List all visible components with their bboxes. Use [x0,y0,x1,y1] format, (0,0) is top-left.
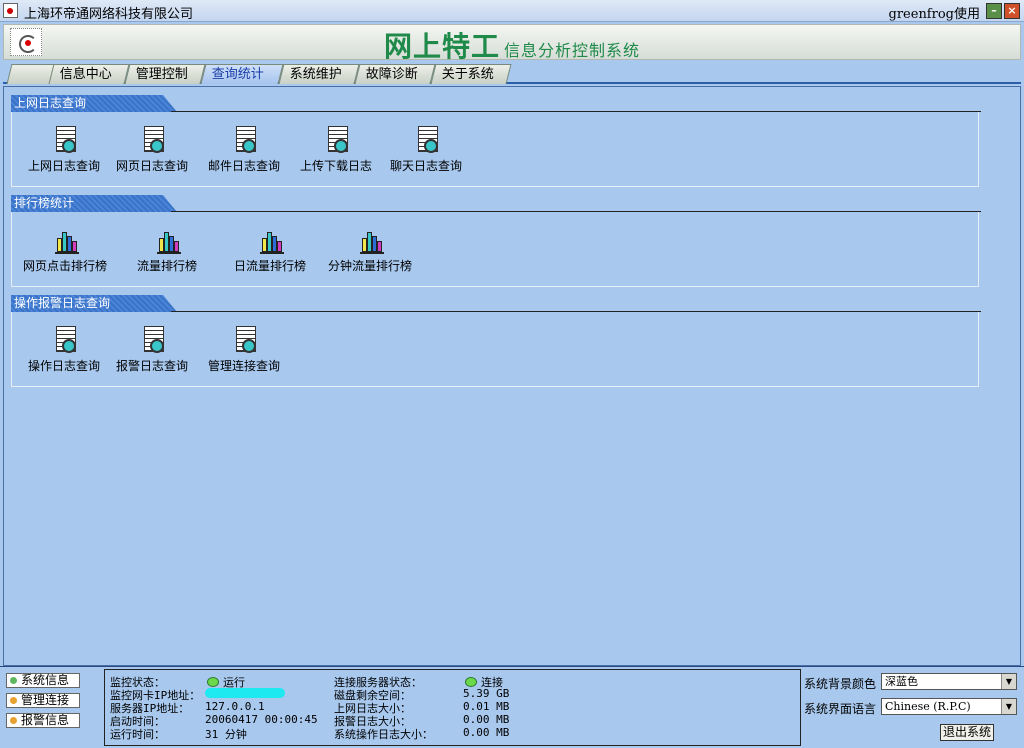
section-title: 上网日志查询 [11,95,177,112]
tab-query-stats[interactable]: 查询统计 [200,64,284,84]
management-connection-button[interactable]: 管理连接 [6,693,80,708]
window-titlebar: 上海环帝通网络科技有限公司 greenfrog使用 – × [0,0,1024,22]
traffic-ranking-button[interactable]: 流量排行榜 [122,226,212,274]
logo-icon [10,28,42,56]
section-title: 排行榜统计 [11,195,177,212]
minimize-button[interactable]: – [986,3,1002,19]
server-ip-value: 127.0.0.1 [205,700,265,713]
status-bar: 系统信息 管理连接 报警信息 监控状态： 运行 监控网卡IP地址： 服务器IP地… [0,666,1024,748]
interface-language-select[interactable]: Chinese (R.P.C) ▼ [881,698,1017,715]
app-icon [3,3,18,18]
web-log-query-button[interactable]: 上网日志查询 [20,126,108,174]
disk-free-value: 5.39 GB [463,687,510,700]
main-tabs: 信息中心 管理控制 查询统计 系统维护 故障诊断 关于系统 [3,62,1021,84]
tab-about[interactable]: 关于系统 [430,64,512,84]
tab-diagnostics[interactable]: 故障诊断 [354,64,436,84]
start-time-value: 20060417 00:00:45 [205,713,318,726]
log-document-icon [138,126,166,154]
page-log-query-button[interactable]: 网页日志查询 [110,126,194,174]
bar-chart-icon [256,226,284,254]
status-dot-icon [207,677,219,687]
tab-management[interactable]: 管理控制 [124,64,206,84]
background-color-label: 系统背景颜色 [804,677,877,691]
op-log-size-value: 0.00 MB [463,726,510,739]
bar-chart-icon [51,226,79,254]
alarm-info-button[interactable]: 报警信息 [6,713,80,728]
bar-chart-icon [153,226,181,254]
chat-log-query-button[interactable]: 聊天日志查询 [384,126,468,174]
brand-title: 网上特工 [384,30,501,63]
current-user: greenfrog使用 [888,7,980,22]
run-time-value: 31 分钟 [205,728,247,741]
chevron-down-icon[interactable]: ▼ [1001,674,1016,689]
log-document-icon [322,126,350,154]
log-document-icon [412,126,440,154]
exit-system-button[interactable]: 退出系统 [940,724,994,741]
log-document-icon [50,126,78,154]
alarm-log-query-button[interactable]: 报警日志查询 [110,326,194,374]
connection-log-query-button[interactable]: 管理连接查询 [202,326,286,374]
alarm-log-size-value: 0.00 MB [463,713,510,726]
section-panel: 操作日志查询 报警日志查询 管理连接查询 [11,312,979,387]
log-document-icon [50,326,78,354]
operation-log-query-button[interactable]: 操作日志查询 [20,326,108,374]
log-document-icon [230,126,258,154]
minute-traffic-ranking-button[interactable]: 分钟流量排行榜 [318,226,422,274]
section-panel: 网页点击排行榜 流量排行榜 日流量排行榜 分钟流量排行榜 [11,212,979,287]
nic-ip-value [205,687,285,700]
log-document-icon [138,326,166,354]
status-info-panel: 监控状态： 运行 监控网卡IP地址： 服务器IP地址： 127.0.0.1 启动… [104,669,801,746]
background-color-select[interactable]: 深蓝色 ▼ [881,673,1017,690]
page-click-ranking-button[interactable]: 网页点击排行榜 [18,226,112,274]
mail-log-query-button[interactable]: 邮件日志查询 [202,126,286,174]
content-area: 上网日志查询 上网日志查询 网页日志查询 邮件日志查询 上传下载日志 聊天日志查… [3,86,1021,666]
interface-language-label: 系统界面语言 [804,702,877,716]
daily-traffic-ranking-button[interactable]: 日流量排行榜 [222,226,318,274]
transfer-log-button[interactable]: 上传下载日志 [294,126,378,174]
log-document-icon [230,326,258,354]
bar-chart-icon [356,226,384,254]
run-time-label: 运行时间： [110,728,165,741]
section-title: 操作报警日志查询 [11,295,177,312]
tab-maintenance[interactable]: 系统维护 [278,64,360,84]
close-button[interactable]: × [1004,3,1020,19]
tab-info-center[interactable]: 信息中心 [48,64,130,84]
masked-ip-redaction [205,688,285,698]
status-dot-icon [465,677,477,687]
web-log-size-value: 0.01 MB [463,700,510,713]
chevron-down-icon[interactable]: ▼ [1001,699,1016,714]
window-title: 上海环帝通网络科技有限公司 [24,7,194,22]
op-log-size-label: 系统操作日志大小： [334,728,433,741]
app-header: 网上特工 信息分析控制系统 [3,24,1021,63]
system-info-button[interactable]: 系统信息 [6,673,80,688]
section-panel: 上网日志查询 网页日志查询 邮件日志查询 上传下载日志 聊天日志查询 [11,112,979,187]
brand-subtitle: 信息分析控制系统 [504,41,641,60]
